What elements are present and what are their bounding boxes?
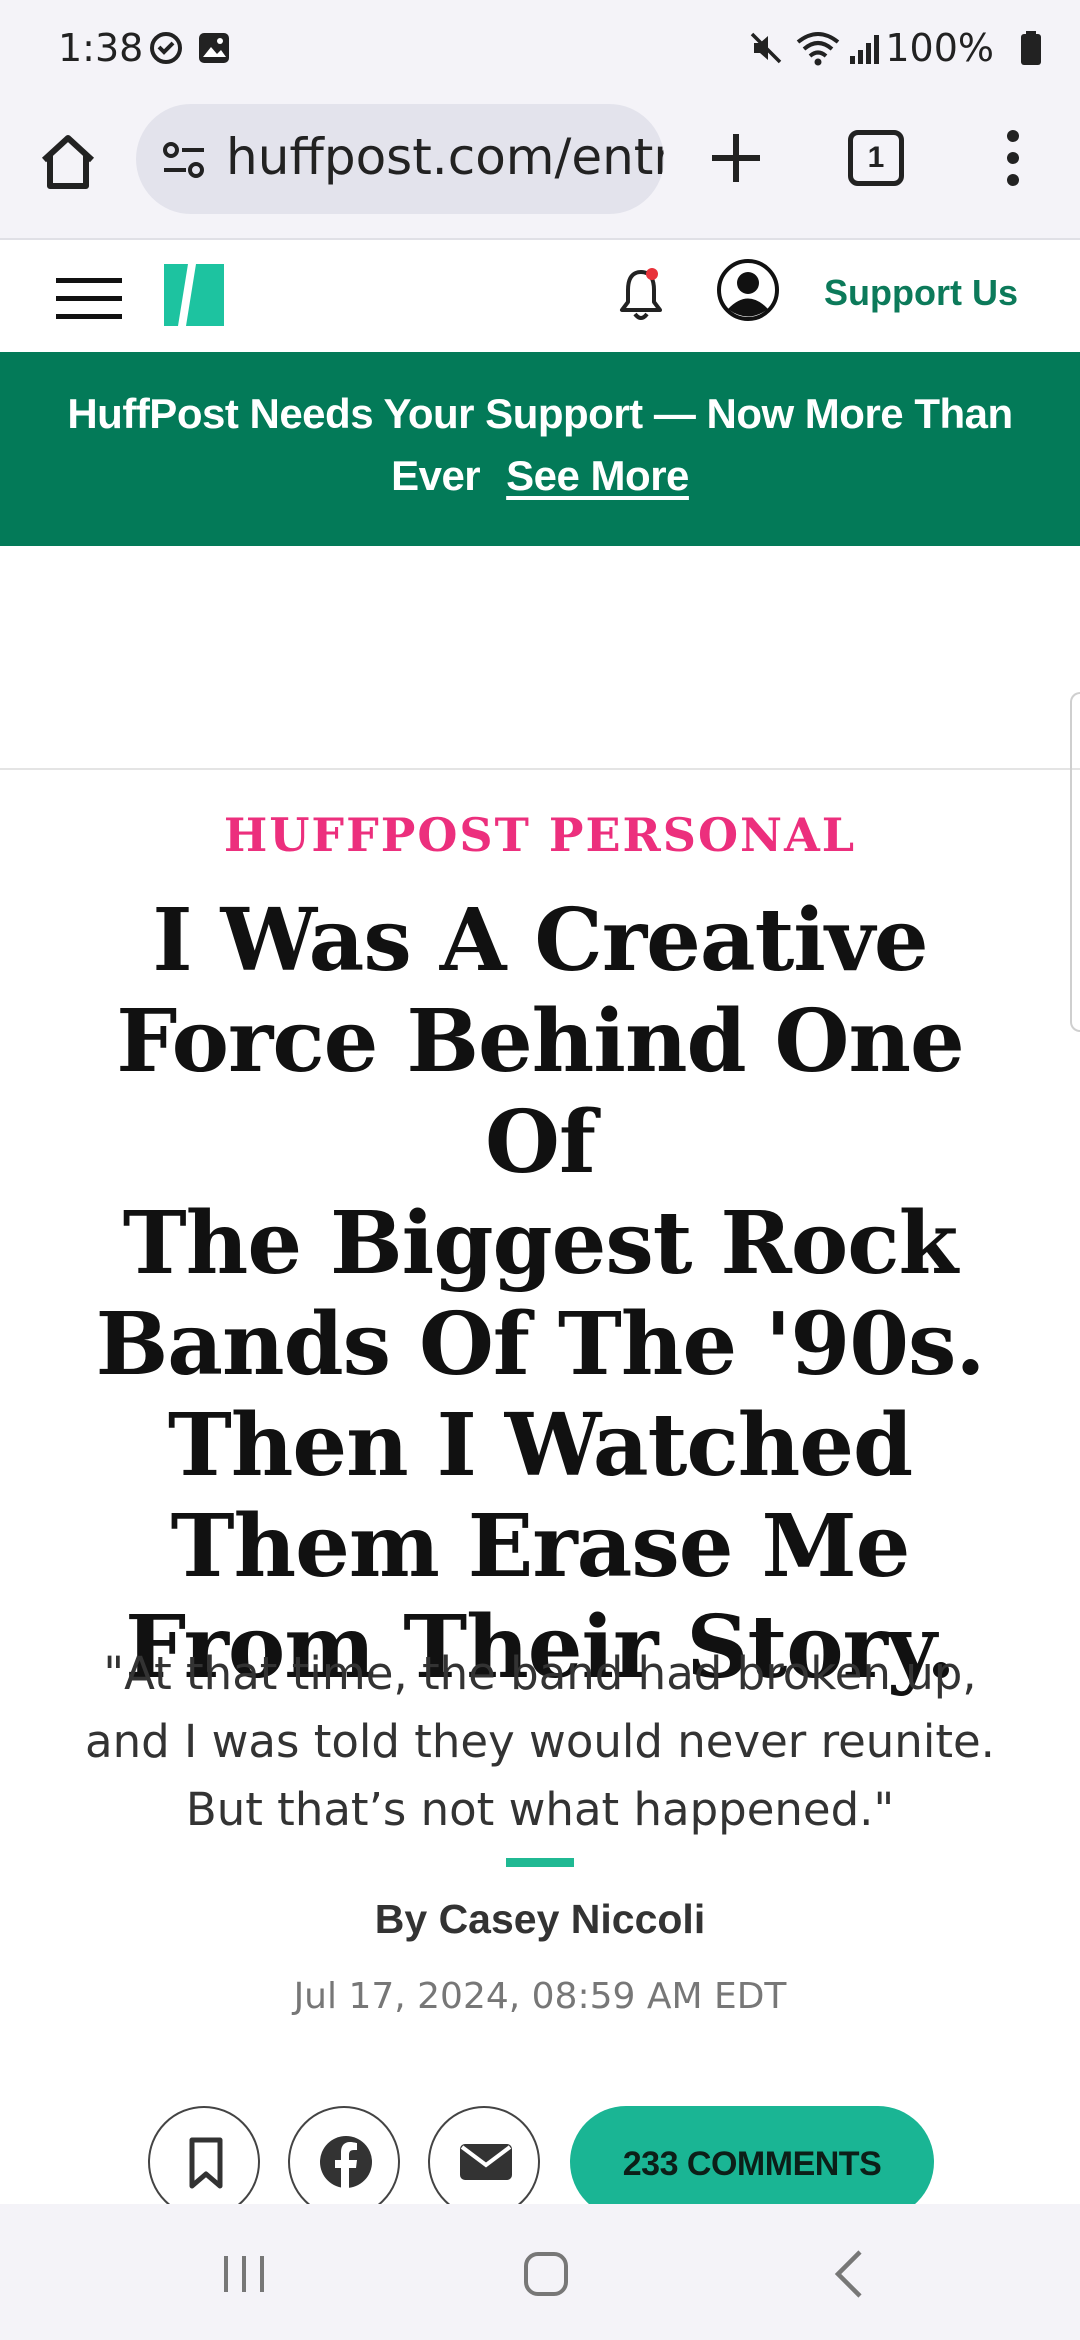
banner-text-end: Ever xyxy=(391,452,481,499)
battery-percent: 100% xyxy=(885,26,994,70)
divider-rule xyxy=(506,1858,574,1867)
browser-toolbar: huffpost.com/entry/ 1 xyxy=(0,100,1080,240)
headline-line: Bands Of The '90s. xyxy=(95,1294,986,1395)
support-us-link[interactable]: Support Us xyxy=(824,272,1018,314)
dek-line: "At that time, the band had broken up, xyxy=(103,1647,977,1700)
support-banner: HuffPost Needs Your Support — Now More T… xyxy=(0,352,1080,546)
dek-line: But that’s not what happened." xyxy=(185,1783,895,1836)
headline-line: Then I Watched xyxy=(167,1395,913,1496)
messenger-notification-icon xyxy=(150,32,182,64)
comments-button[interactable]: 233 COMMENTS xyxy=(570,2106,934,2204)
share-bar: 233 COMMENTS xyxy=(0,2106,1080,2204)
facebook-share-button[interactable] xyxy=(288,2106,400,2204)
headline-line: Them Erase Me xyxy=(170,1496,911,1597)
facebook-icon xyxy=(320,2136,372,2188)
new-tab-icon[interactable] xyxy=(706,128,766,188)
address-bar[interactable]: huffpost.com/entry/ xyxy=(136,104,664,214)
article-dek: "At that time, the band had broken up, a… xyxy=(60,1640,1020,1844)
huffpost-logo[interactable] xyxy=(164,264,224,326)
notification-bell-icon[interactable] xyxy=(618,264,664,322)
see-more-link[interactable]: See More xyxy=(506,452,689,499)
banner-text-continued: Ever See More xyxy=(0,452,1080,500)
signal-icon xyxy=(850,35,879,64)
tab-switcher-button[interactable]: 1 xyxy=(848,130,904,186)
email-icon xyxy=(460,2144,512,2180)
bookmark-button[interactable] xyxy=(148,2106,260,2204)
home-icon[interactable] xyxy=(36,130,100,194)
scroll-handle[interactable] xyxy=(1070,692,1080,1032)
recent-apps-icon[interactable] xyxy=(216,2246,272,2302)
article-headline: I Was A Creative Force Behind One Of The… xyxy=(60,890,1020,1698)
publish-date: Jul 17, 2024, 08:59 AM EDT xyxy=(293,1976,787,2017)
site-settings-icon[interactable] xyxy=(162,141,206,179)
back-icon[interactable] xyxy=(822,2246,878,2302)
mute-icon xyxy=(750,32,782,64)
home-nav-icon[interactable] xyxy=(518,2246,574,2302)
gallery-notification-icon xyxy=(199,33,229,63)
account-icon[interactable] xyxy=(716,258,780,322)
ad-slot xyxy=(0,546,1080,770)
bookmark-icon xyxy=(189,2137,223,2189)
author-byline[interactable]: By Casey Niccoli xyxy=(0,1896,1080,1943)
dek-line: and I was told they would never reunite. xyxy=(85,1715,995,1768)
wifi-icon xyxy=(796,32,840,66)
headline-line: The Biggest Rock xyxy=(122,1193,958,1294)
banner-text: HuffPost Needs Your Support — Now More T… xyxy=(67,390,1013,437)
headline-line: I Was A Creative xyxy=(152,890,928,991)
battery-icon xyxy=(1021,31,1041,65)
system-navigation-bar xyxy=(0,2204,1080,2340)
menu-icon[interactable] xyxy=(56,274,122,324)
more-options-icon[interactable] xyxy=(998,128,1028,188)
email-share-button[interactable] xyxy=(428,2106,540,2204)
headline-line: Force Behind One Of xyxy=(116,991,964,1193)
url-text[interactable]: huffpost.com/entry/ xyxy=(226,128,664,186)
status-bar: 1:38 100% xyxy=(0,0,1080,100)
site-header: Support Us xyxy=(0,242,1080,352)
status-time: 1:38 xyxy=(58,26,144,70)
section-kicker[interactable]: HUFFPOST PERSONAL xyxy=(0,808,1080,862)
